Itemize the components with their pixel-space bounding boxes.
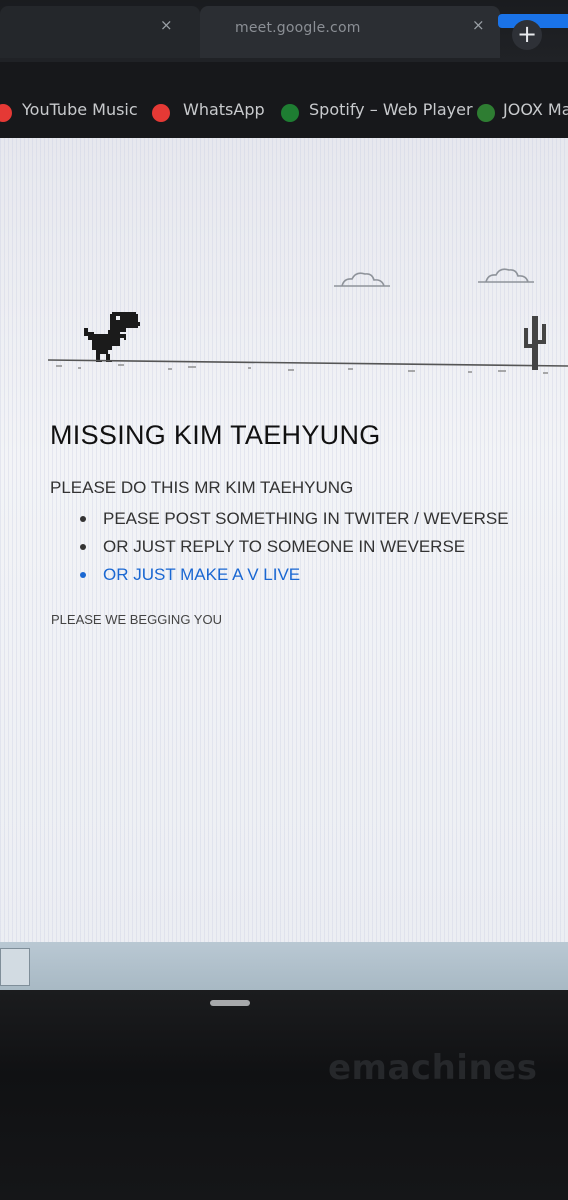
suggestions-list: PEASE POST SOMETHING IN TWITER / WEVERSE…: [80, 508, 509, 592]
download-shelf: [0, 942, 568, 990]
youtube-music-icon: [0, 104, 12, 122]
bookmarks-bar: YouTube Music WhatsApp Spotify – Web Pla…: [0, 62, 568, 138]
new-tab-button[interactable]: +: [512, 20, 542, 50]
suggestion-link[interactable]: OR JUST MAKE A V LIVE: [80, 564, 509, 592]
list-item: PEASE POST SOMETHING IN TWITER / WEVERSE: [80, 508, 509, 536]
list-item: OR JUST REPLY TO SOMEONE IN WEVERSE: [80, 536, 509, 564]
bookmark-label: WhatsApp: [183, 100, 265, 119]
joox-icon: [477, 104, 495, 122]
bookmark-label: YouTube Music: [22, 100, 138, 119]
cactus-icon: [524, 316, 546, 370]
spotify-icon: [281, 104, 299, 122]
bookmark-label: JOOX Ma: [503, 100, 568, 119]
bookmark-label: Spotify – Web Player: [309, 100, 473, 119]
page-title: MISSING KIM TAEHYUNG: [50, 420, 381, 450]
cloud-icon: [334, 272, 390, 287]
power-indicator: [210, 1000, 250, 1006]
cloud-icon: [478, 268, 534, 283]
browser-tab-previous[interactable]: ×: [0, 6, 200, 58]
shelf-item[interactable]: [0, 948, 30, 986]
browser-tab-active[interactable]: meet.google.com ×: [200, 6, 500, 58]
t-rex-icon[interactable]: [84, 312, 140, 364]
offline-page: MISSING KIM TAEHYUNG PLEASE DO THIS MR K…: [0, 138, 568, 942]
tab-close-icon[interactable]: ×: [160, 16, 173, 34]
browser-tab-bar: × meet.google.com × +: [0, 0, 568, 62]
ground-line: [48, 359, 568, 374]
brand-logo: emachines: [328, 1048, 538, 1088]
tab-close-icon[interactable]: ×: [472, 16, 485, 34]
whatsapp-icon: [152, 104, 170, 122]
tab-title: meet.google.com: [235, 20, 361, 36]
monitor-bezel: emachines: [0, 990, 568, 1200]
suggestions-heading: PLEASE DO THIS MR KIM TAEHYUNG: [50, 478, 354, 497]
error-code: PLEASE WE BEGGING YOU: [51, 612, 222, 627]
